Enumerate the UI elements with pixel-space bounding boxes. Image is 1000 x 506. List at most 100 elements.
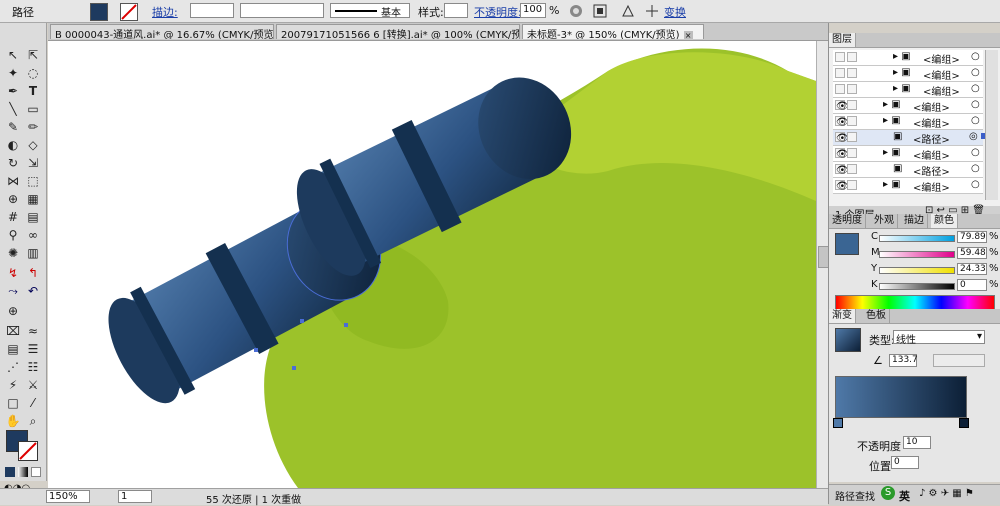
ime-language-label[interactable]: 英: [899, 488, 910, 504]
doc-tab-3[interactable]: 未标题-3* @ 150% (CMYK/预览) ×: [522, 24, 704, 39]
isolate-icon[interactable]: [620, 3, 636, 19]
fill-dropdown-icon[interactable]: [108, 3, 116, 19]
mesh-tool-icon[interactable]: #: [4, 209, 22, 225]
layer-row-selected[interactable]: 👁 ▣ <路径> ◎: [833, 130, 987, 146]
stroke-color-box[interactable]: [18, 441, 38, 461]
stroke-none-swatch[interactable]: [120, 3, 138, 21]
appearance-tab[interactable]: 外观: [871, 214, 898, 228]
doc-tab-1[interactable]: B 0000043-通道风.ai* @ 16.67% (CMYK/预览): [50, 24, 274, 39]
layer-row[interactable]: ▸ ▣ <编组> ○: [833, 50, 983, 66]
layer-row[interactable]: ▸ ▣ <编组> ○: [833, 82, 983, 98]
align-tool-icon[interactable]: ☷: [24, 359, 42, 375]
stroke-weight-field[interactable]: [190, 3, 234, 18]
doc-tab-2[interactable]: 20079171051566 6 [转换].ai* @ 100% (CMYK/预…: [276, 24, 520, 39]
slice-tool-icon[interactable]: ⚡: [4, 377, 22, 393]
recolor-icon[interactable]: [568, 3, 584, 19]
blend-tool-icon[interactable]: ∞: [24, 227, 42, 243]
eyedropper-tool-icon[interactable]: ⚲: [4, 227, 22, 243]
symbol-sprayer-tool-icon[interactable]: ✺: [4, 245, 22, 261]
layer-row[interactable]: 👁 ▸ ▣ <编组> ○: [833, 178, 983, 194]
gradient-opacity-field[interactable]: 10: [903, 436, 931, 449]
pathfinder-tab[interactable]: 路径查找: [835, 488, 875, 503]
stroke-tab[interactable]: 描边: [901, 214, 928, 228]
layers-tab[interactable]: 图层: [829, 33, 856, 47]
gradient-angle-field[interactable]: 133.7: [889, 354, 918, 367]
layer-row[interactable]: 👁 ▸ ▣ <编组> ○: [833, 98, 983, 114]
selection-tool-icon[interactable]: ↖: [4, 47, 22, 63]
layer-row[interactable]: 👁 ▣ <路径> ○: [833, 162, 983, 178]
variable-width-dropdown[interactable]: [240, 3, 324, 18]
gradient-mode-icon[interactable]: [18, 467, 28, 477]
free-transform-tool-icon[interactable]: ⬚: [24, 173, 42, 189]
close-tab-icon[interactable]: ×: [683, 30, 693, 39]
brush-icon[interactable]: ⁄: [24, 395, 42, 411]
layer-row[interactable]: 👁 ▸ ▣ <编组> ○: [833, 114, 983, 130]
rectangle-tool-icon[interactable]: ▭: [24, 101, 42, 117]
transform-icon[interactable]: [644, 3, 660, 19]
fill-color-swatch[interactable]: [835, 233, 859, 255]
color-tab[interactable]: 颜色: [931, 214, 958, 228]
path-join-icon[interactable]: ↯: [4, 265, 22, 281]
envelope-tool-icon[interactable]: ⌧: [4, 323, 22, 339]
blob-brush-tool-icon[interactable]: ◐: [4, 137, 22, 153]
warp-tool-icon[interactable]: ≈: [24, 323, 42, 339]
layers-scrollbar[interactable]: [985, 50, 998, 200]
ime-logo-icon[interactable]: S: [881, 486, 895, 500]
layer-row[interactable]: ▸ ▣ <编组> ○: [833, 66, 983, 82]
page-field[interactable]: 1: [118, 490, 152, 503]
path-curve-icon[interactable]: ↶: [24, 283, 42, 299]
knife-tool-icon[interactable]: ⚔: [24, 377, 42, 393]
cyan-slider[interactable]: C 79.89 %: [871, 231, 999, 245]
hand-tool-icon[interactable]: ✋: [4, 413, 22, 429]
paintbrush-tool-icon[interactable]: ✎: [4, 119, 22, 135]
list-tool-icon[interactable]: ☰: [24, 341, 42, 357]
scale-tool-icon[interactable]: ⇲: [24, 155, 42, 171]
magic-wand-tool-icon[interactable]: ✦: [4, 65, 22, 81]
swatches-tab[interactable]: 色板: [863, 309, 890, 323]
gradient-ramp[interactable]: [835, 376, 967, 418]
gradient-tool-icon[interactable]: ▤: [24, 209, 42, 225]
yellow-slider[interactable]: Y 24.33 %: [871, 263, 999, 277]
pen-tool-icon[interactable]: ✒: [4, 83, 22, 99]
type-tool-icon[interactable]: T: [24, 83, 42, 99]
gradient-type-dropdown[interactable]: 线性 ▾: [893, 330, 985, 346]
line-tool-icon[interactable]: ╲: [4, 101, 22, 117]
opacity-field[interactable]: 100: [520, 3, 546, 18]
path-direction-icon[interactable]: ⤳: [4, 283, 22, 299]
opacity-link[interactable]: 不透明度:: [474, 4, 522, 20]
gradient-stop-right[interactable]: [959, 418, 969, 428]
zoom-tool-icon[interactable]: ⌕: [24, 413, 42, 429]
pencil-tool-icon[interactable]: ✏: [24, 119, 42, 135]
artboard-canvas[interactable]: [48, 41, 816, 488]
aspect-ratio-field[interactable]: [933, 354, 985, 367]
graphic-style-dropdown[interactable]: [444, 3, 468, 18]
stroke-link[interactable]: 描边:: [152, 4, 178, 20]
shape-builder-tool-icon[interactable]: ⊕: [4, 191, 22, 207]
zoom-field[interactable]: 150%: [46, 490, 90, 503]
graph-tool-icon[interactable]: ⋰: [4, 359, 22, 375]
align-icon[interactable]: [592, 3, 608, 19]
lasso-tool-icon[interactable]: ◌: [24, 65, 42, 81]
column-graph-tool-icon[interactable]: ▥: [24, 245, 42, 261]
layer-row[interactable]: 👁 ▸ ▣ <编组> ○: [833, 146, 983, 162]
path-split-icon[interactable]: ↰: [24, 265, 42, 281]
perspective-grid-tool-icon[interactable]: ▦: [24, 191, 42, 207]
transparency-tab[interactable]: 透明度: [829, 214, 866, 228]
ime-toolbar-icons[interactable]: ♪ ⚙ ✈ ▦ ⚑: [919, 488, 974, 499]
target-tool-icon[interactable]: ⊕: [4, 303, 22, 319]
direct-selection-tool-icon[interactable]: ⇱: [24, 47, 42, 63]
chart-tool-icon[interactable]: ▤: [4, 341, 22, 357]
transform-link[interactable]: 变换: [664, 4, 686, 20]
eraser-tool-icon[interactable]: ◇: [24, 137, 42, 153]
gradient-stop-left[interactable]: [833, 418, 843, 428]
none-mode-icon[interactable]: [31, 467, 41, 477]
artboard-tool-icon[interactable]: □: [4, 395, 22, 411]
gradient-tab[interactable]: 渐变: [829, 309, 856, 323]
gradient-location-field[interactable]: 0: [891, 456, 919, 469]
magenta-slider[interactable]: M 59.48 %: [871, 247, 999, 261]
color-mode-icon[interactable]: [5, 467, 15, 477]
width-tool-icon[interactable]: ⋈: [4, 173, 22, 189]
brush-definition-dropdown[interactable]: 基本: [330, 3, 410, 19]
black-slider[interactable]: K 0 %: [871, 279, 999, 293]
gradient-preview-swatch[interactable]: [835, 328, 861, 352]
